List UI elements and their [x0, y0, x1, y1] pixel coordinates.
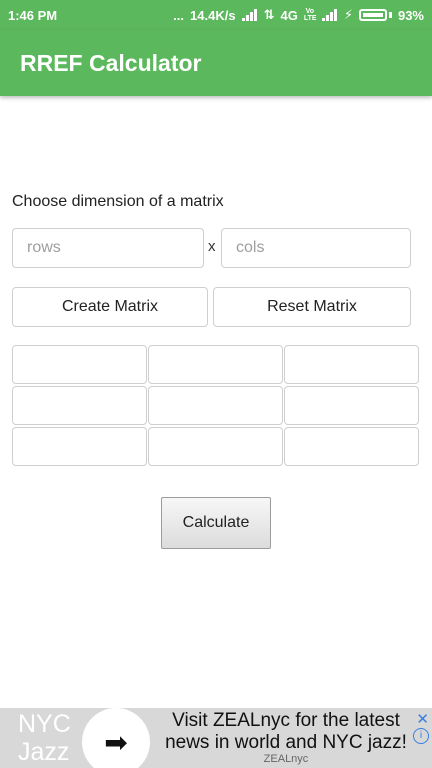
create-matrix-button[interactable]: Create Matrix	[12, 287, 208, 327]
status-bar: 1:46 PM ... 14.4K/s ⇅ 4G Vo LTE ⚡ 93%	[0, 0, 432, 30]
matrix-cell[interactable]	[148, 386, 283, 425]
ad-logo: NYC Jazz	[18, 710, 71, 766]
charging-icon: ⚡	[343, 7, 353, 22]
matrix-cell[interactable]	[12, 386, 147, 425]
matrix-cell[interactable]	[12, 345, 147, 384]
signal-strength-icon	[321, 9, 338, 21]
rows-input[interactable]	[12, 228, 204, 268]
matrix-cell[interactable]	[148, 427, 283, 466]
matrix-cell[interactable]	[148, 345, 283, 384]
data-arrows-icon: ⇅	[263, 7, 275, 22]
cols-input[interactable]	[221, 228, 411, 268]
matrix-cell[interactable]	[284, 386, 419, 425]
ad-arrow-button[interactable]: ➡	[82, 708, 150, 768]
calculate-button[interactable]: Calculate	[161, 497, 271, 549]
ad-logo-line2: Jazz	[18, 738, 70, 766]
notification-dots: ...	[173, 7, 185, 23]
matrix-cell[interactable]	[284, 345, 419, 384]
ad-text: Visit ZEALnyc for the latest news in wor…	[165, 710, 407, 753]
reset-matrix-button[interactable]: Reset Matrix	[213, 287, 411, 327]
status-time: 1:46 PM	[8, 7, 58, 23]
matrix-cell[interactable]	[284, 427, 419, 466]
matrix-cell[interactable]	[12, 427, 147, 466]
ad-banner[interactable]: NYC Jazz ➡ Visit ZEALnyc for the latest …	[0, 708, 432, 768]
page-title: RREF Calculator	[20, 49, 202, 76]
battery-tip	[388, 12, 392, 18]
network-speed: 14.4K/s	[190, 7, 236, 23]
battery-icon	[358, 9, 387, 21]
volte-icon: Vo LTE	[303, 8, 317, 22]
network-type: 4G	[280, 7, 298, 23]
ad-brand: ZEALnyc	[263, 753, 309, 765]
ad-logo-line1: NYC	[18, 710, 71, 738]
times-symbol: x	[208, 238, 216, 255]
close-icon[interactable]: ✕	[416, 710, 429, 728]
signal-icon	[241, 9, 258, 21]
info-icon[interactable]: i	[413, 728, 429, 744]
dimension-prompt: Choose dimension of a matrix	[12, 193, 224, 210]
app-bar: RREF Calculator	[0, 30, 432, 96]
battery-percent: 93%	[397, 7, 424, 23]
arrow-right-icon: ➡	[104, 726, 128, 758]
